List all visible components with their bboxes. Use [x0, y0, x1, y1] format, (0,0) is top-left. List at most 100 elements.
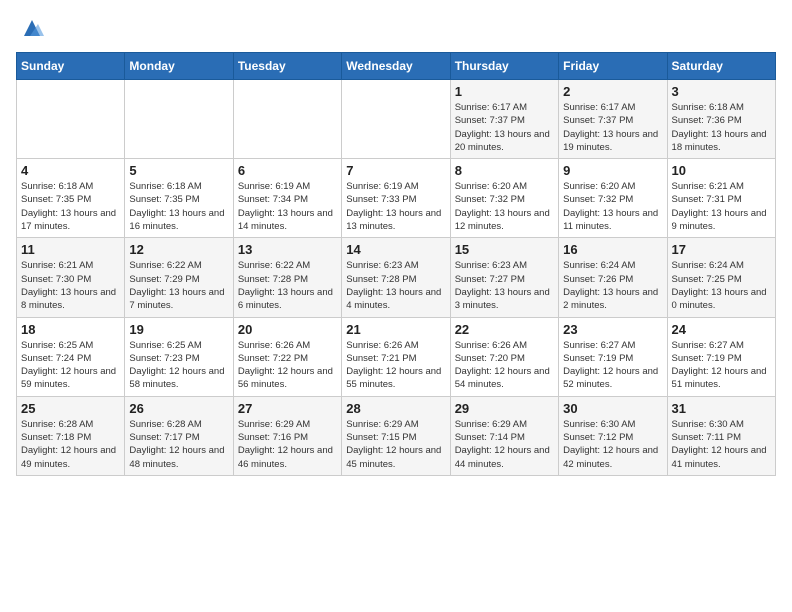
day-info: Sunrise: 6:17 AM Sunset: 7:37 PM Dayligh…	[455, 101, 554, 154]
day-info: Sunrise: 6:28 AM Sunset: 7:18 PM Dayligh…	[21, 418, 120, 471]
day-cell: 11 Sunrise: 6:21 AM Sunset: 7:30 PM Dayli…	[17, 238, 125, 317]
day-number: 4	[21, 163, 120, 178]
day-number: 10	[672, 163, 771, 178]
day-cell	[125, 80, 233, 159]
day-info: Sunrise: 6:18 AM Sunset: 7:36 PM Dayligh…	[672, 101, 771, 154]
day-number: 20	[238, 322, 337, 337]
day-cell: 28 Sunrise: 6:29 AM Sunset: 7:15 PM Dayli…	[342, 396, 450, 475]
day-info: Sunrise: 6:22 AM Sunset: 7:28 PM Dayligh…	[238, 259, 337, 312]
day-cell: 27 Sunrise: 6:29 AM Sunset: 7:16 PM Dayli…	[233, 396, 341, 475]
day-cell: 1 Sunrise: 6:17 AM Sunset: 7:37 PM Daylig…	[450, 80, 558, 159]
day-cell: 18Sunrise: 6:25 AM Sunset: 7:24 PM Dayli…	[17, 317, 125, 396]
day-info: Sunrise: 6:23 AM Sunset: 7:28 PM Dayligh…	[346, 259, 445, 312]
day-number: 5	[129, 163, 228, 178]
col-header-thursday: Thursday	[450, 53, 558, 80]
day-info: Sunrise: 6:22 AM Sunset: 7:29 PM Dayligh…	[129, 259, 228, 312]
day-info: Sunrise: 6:20 AM Sunset: 7:32 PM Dayligh…	[563, 180, 662, 233]
day-number: 24	[672, 322, 771, 337]
day-number: 3	[672, 84, 771, 99]
col-header-wednesday: Wednesday	[342, 53, 450, 80]
day-number: 13	[238, 242, 337, 257]
calendar-table: SundayMondayTuesdayWednesdayThursdayFrid…	[16, 52, 776, 476]
day-cell	[17, 80, 125, 159]
day-info: Sunrise: 6:21 AM Sunset: 7:30 PM Dayligh…	[21, 259, 120, 312]
day-cell: 29 Sunrise: 6:29 AM Sunset: 7:14 PM Dayli…	[450, 396, 558, 475]
day-cell: 24 Sunrise: 6:27 AM Sunset: 7:19 PM Dayli…	[667, 317, 775, 396]
day-cell: 5 Sunrise: 6:18 AM Sunset: 7:35 PM Daylig…	[125, 159, 233, 238]
day-info: Sunrise: 6:21 AM Sunset: 7:31 PM Dayligh…	[672, 180, 771, 233]
week-row-2: 4 Sunrise: 6:18 AM Sunset: 7:35 PM Daylig…	[17, 159, 776, 238]
logo-icon	[20, 16, 44, 40]
col-header-tuesday: Tuesday	[233, 53, 341, 80]
week-row-5: 25 Sunrise: 6:28 AM Sunset: 7:18 PM Dayli…	[17, 396, 776, 475]
col-header-monday: Monday	[125, 53, 233, 80]
day-info: Sunrise: 6:29 AM Sunset: 7:15 PM Dayligh…	[346, 418, 445, 471]
week-row-4: 18Sunrise: 6:25 AM Sunset: 7:24 PM Dayli…	[17, 317, 776, 396]
day-number: 27	[238, 401, 337, 416]
day-number: 16	[563, 242, 662, 257]
day-info: Sunrise: 6:19 AM Sunset: 7:33 PM Dayligh…	[346, 180, 445, 233]
day-cell: 22 Sunrise: 6:26 AM Sunset: 7:20 PM Dayli…	[450, 317, 558, 396]
day-cell: 9 Sunrise: 6:20 AM Sunset: 7:32 PM Daylig…	[559, 159, 667, 238]
day-number: 30	[563, 401, 662, 416]
day-number: 28	[346, 401, 445, 416]
week-row-3: 11 Sunrise: 6:21 AM Sunset: 7:30 PM Dayli…	[17, 238, 776, 317]
day-cell: 20Sunrise: 6:26 AM Sunset: 7:22 PM Dayli…	[233, 317, 341, 396]
day-number: 1	[455, 84, 554, 99]
day-number: 11	[21, 242, 120, 257]
day-number: 29	[455, 401, 554, 416]
day-info: Sunrise: 6:27 AM Sunset: 7:19 PM Dayligh…	[672, 339, 771, 392]
day-info: Sunrise: 6:26 AM Sunset: 7:20 PM Dayligh…	[455, 339, 554, 392]
day-number: 21	[346, 322, 445, 337]
day-info: Sunrise: 6:30 AM Sunset: 7:11 PM Dayligh…	[672, 418, 771, 471]
day-number: 15	[455, 242, 554, 257]
day-number: 26	[129, 401, 228, 416]
col-header-friday: Friday	[559, 53, 667, 80]
day-cell: 25 Sunrise: 6:28 AM Sunset: 7:18 PM Dayli…	[17, 396, 125, 475]
day-cell: 31 Sunrise: 6:30 AM Sunset: 7:11 PM Dayli…	[667, 396, 775, 475]
day-number: 19	[129, 322, 228, 337]
day-cell: 7Sunrise: 6:19 AM Sunset: 7:33 PM Daylig…	[342, 159, 450, 238]
day-number: 12	[129, 242, 228, 257]
day-info: Sunrise: 6:29 AM Sunset: 7:16 PM Dayligh…	[238, 418, 337, 471]
day-number: 8	[455, 163, 554, 178]
day-cell: 19Sunrise: 6:25 AM Sunset: 7:23 PM Dayli…	[125, 317, 233, 396]
day-info: Sunrise: 6:23 AM Sunset: 7:27 PM Dayligh…	[455, 259, 554, 312]
day-cell: 30Sunrise: 6:30 AM Sunset: 7:12 PM Dayli…	[559, 396, 667, 475]
day-number: 14	[346, 242, 445, 257]
day-number: 2	[563, 84, 662, 99]
day-cell: 4 Sunrise: 6:18 AM Sunset: 7:35 PM Daylig…	[17, 159, 125, 238]
header-row: SundayMondayTuesdayWednesdayThursdayFrid…	[17, 53, 776, 80]
day-info: Sunrise: 6:18 AM Sunset: 7:35 PM Dayligh…	[129, 180, 228, 233]
day-info: Sunrise: 6:29 AM Sunset: 7:14 PM Dayligh…	[455, 418, 554, 471]
day-info: Sunrise: 6:26 AM Sunset: 7:21 PM Dayligh…	[346, 339, 445, 392]
day-number: 6	[238, 163, 337, 178]
day-number: 31	[672, 401, 771, 416]
day-info: Sunrise: 6:24 AM Sunset: 7:26 PM Dayligh…	[563, 259, 662, 312]
day-cell: 13 Sunrise: 6:22 AM Sunset: 7:28 PM Dayli…	[233, 238, 341, 317]
day-info: Sunrise: 6:20 AM Sunset: 7:32 PM Dayligh…	[455, 180, 554, 233]
day-number: 25	[21, 401, 120, 416]
day-info: Sunrise: 6:18 AM Sunset: 7:35 PM Dayligh…	[21, 180, 120, 233]
day-number: 22	[455, 322, 554, 337]
day-info: Sunrise: 6:24 AM Sunset: 7:25 PM Dayligh…	[672, 259, 771, 312]
day-number: 17	[672, 242, 771, 257]
day-cell: 12 Sunrise: 6:22 AM Sunset: 7:29 PM Dayli…	[125, 238, 233, 317]
day-cell: 26 Sunrise: 6:28 AM Sunset: 7:17 PM Dayli…	[125, 396, 233, 475]
day-info: Sunrise: 6:28 AM Sunset: 7:17 PM Dayligh…	[129, 418, 228, 471]
day-cell: 21 Sunrise: 6:26 AM Sunset: 7:21 PM Dayli…	[342, 317, 450, 396]
day-cell: 16 Sunrise: 6:24 AM Sunset: 7:26 PM Dayli…	[559, 238, 667, 317]
day-cell: 17 Sunrise: 6:24 AM Sunset: 7:25 PM Dayli…	[667, 238, 775, 317]
day-number: 9	[563, 163, 662, 178]
day-number: 18	[21, 322, 120, 337]
day-cell	[233, 80, 341, 159]
day-cell: 6Sunrise: 6:19 AM Sunset: 7:34 PM Daylig…	[233, 159, 341, 238]
day-cell	[342, 80, 450, 159]
day-cell: 23Sunrise: 6:27 AM Sunset: 7:19 PM Dayli…	[559, 317, 667, 396]
header	[16, 16, 776, 40]
logo	[16, 16, 44, 40]
col-header-saturday: Saturday	[667, 53, 775, 80]
day-number: 23	[563, 322, 662, 337]
day-cell: 2Sunrise: 6:17 AM Sunset: 7:37 PM Daylig…	[559, 80, 667, 159]
week-row-1: 1 Sunrise: 6:17 AM Sunset: 7:37 PM Daylig…	[17, 80, 776, 159]
